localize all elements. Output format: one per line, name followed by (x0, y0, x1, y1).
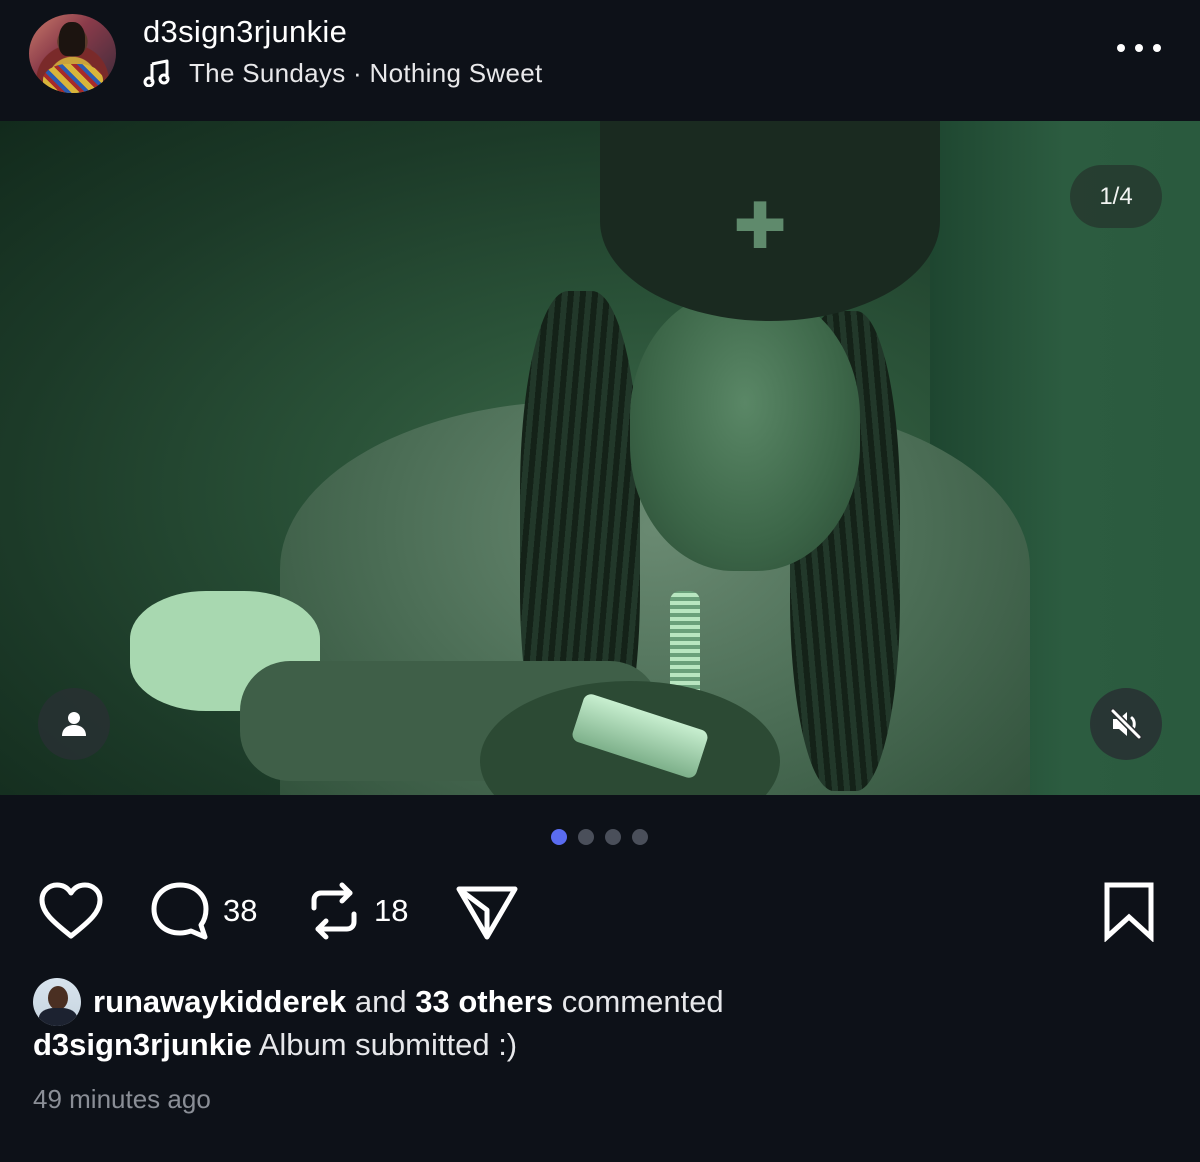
post-timestamp: 49 minutes ago (33, 1084, 211, 1114)
more-dot (1135, 44, 1143, 52)
repost-button[interactable]: 18 (306, 878, 408, 944)
commenter-username[interactable]: runawaykidderek (93, 984, 346, 1019)
tagged-people-button[interactable] (38, 688, 110, 760)
caption-text: Album submitted :) (251, 1027, 518, 1062)
comment-bubble-icon (151, 882, 209, 940)
author-username[interactable]: d3sign3rjunkie (143, 14, 347, 50)
mute-toggle-button[interactable] (1090, 688, 1162, 760)
carousel-dot[interactable] (605, 829, 621, 845)
save-button[interactable] (1102, 878, 1156, 944)
commenter-avatar-body (39, 1008, 77, 1026)
more-dot (1117, 44, 1125, 52)
carousel-pagination (551, 829, 648, 845)
comment-activity-and: and (346, 984, 416, 1019)
music-track-label: The Sundays · Nothing Sweet (189, 57, 543, 88)
heart-icon (39, 882, 103, 939)
action-bar: 38 18 (0, 878, 1200, 944)
avatar-hair (59, 22, 85, 56)
more-dot (1153, 44, 1161, 52)
carousel-dot-active[interactable] (551, 829, 567, 845)
person-tag-icon (62, 712, 86, 736)
caption-author[interactable]: d3sign3rjunkie (33, 1027, 252, 1062)
repost-count: 18 (374, 893, 409, 928)
commenter-avatar[interactable] (33, 978, 81, 1026)
more-options-button[interactable] (1114, 36, 1164, 60)
bookmark-icon (1104, 882, 1154, 942)
comment-activity-suffix: commented (553, 984, 724, 1019)
share-button[interactable] (455, 878, 519, 944)
music-attribution[interactable]: The Sundays · Nothing Sweet (143, 58, 543, 88)
repost-icon (311, 882, 357, 940)
commenter-avatar-head (48, 986, 68, 1010)
comment-count: 38 (223, 893, 258, 928)
like-button[interactable] (38, 878, 104, 944)
avatar-shirt (43, 64, 103, 93)
author-avatar[interactable] (29, 14, 116, 93)
comment-activity-text: runawaykidderek and 33 others commented (93, 984, 724, 1020)
speaker-muted-icon (1110, 708, 1142, 740)
post-header: d3sign3rjunkie The Sundays · Nothing Swe… (0, 0, 1200, 121)
comment-activity-row[interactable]: runawaykidderek and 33 others commented (33, 977, 724, 1027)
post-caption: d3sign3rjunkie Album submitted :) (33, 1027, 517, 1069)
music-note-icon (143, 59, 170, 87)
post-media-image[interactable]: ✚ (0, 121, 1200, 795)
media-figure-face (630, 291, 860, 571)
carousel-dot[interactable] (632, 829, 648, 845)
carousel-dot[interactable] (578, 829, 594, 845)
comment-button[interactable]: 38 (149, 878, 257, 944)
commenter-others-count[interactable]: 33 others (415, 984, 553, 1019)
media-cap-cross: ✚ (733, 190, 787, 262)
media-counter-badge: 1/4 (1070, 165, 1162, 228)
send-icon (456, 886, 518, 940)
